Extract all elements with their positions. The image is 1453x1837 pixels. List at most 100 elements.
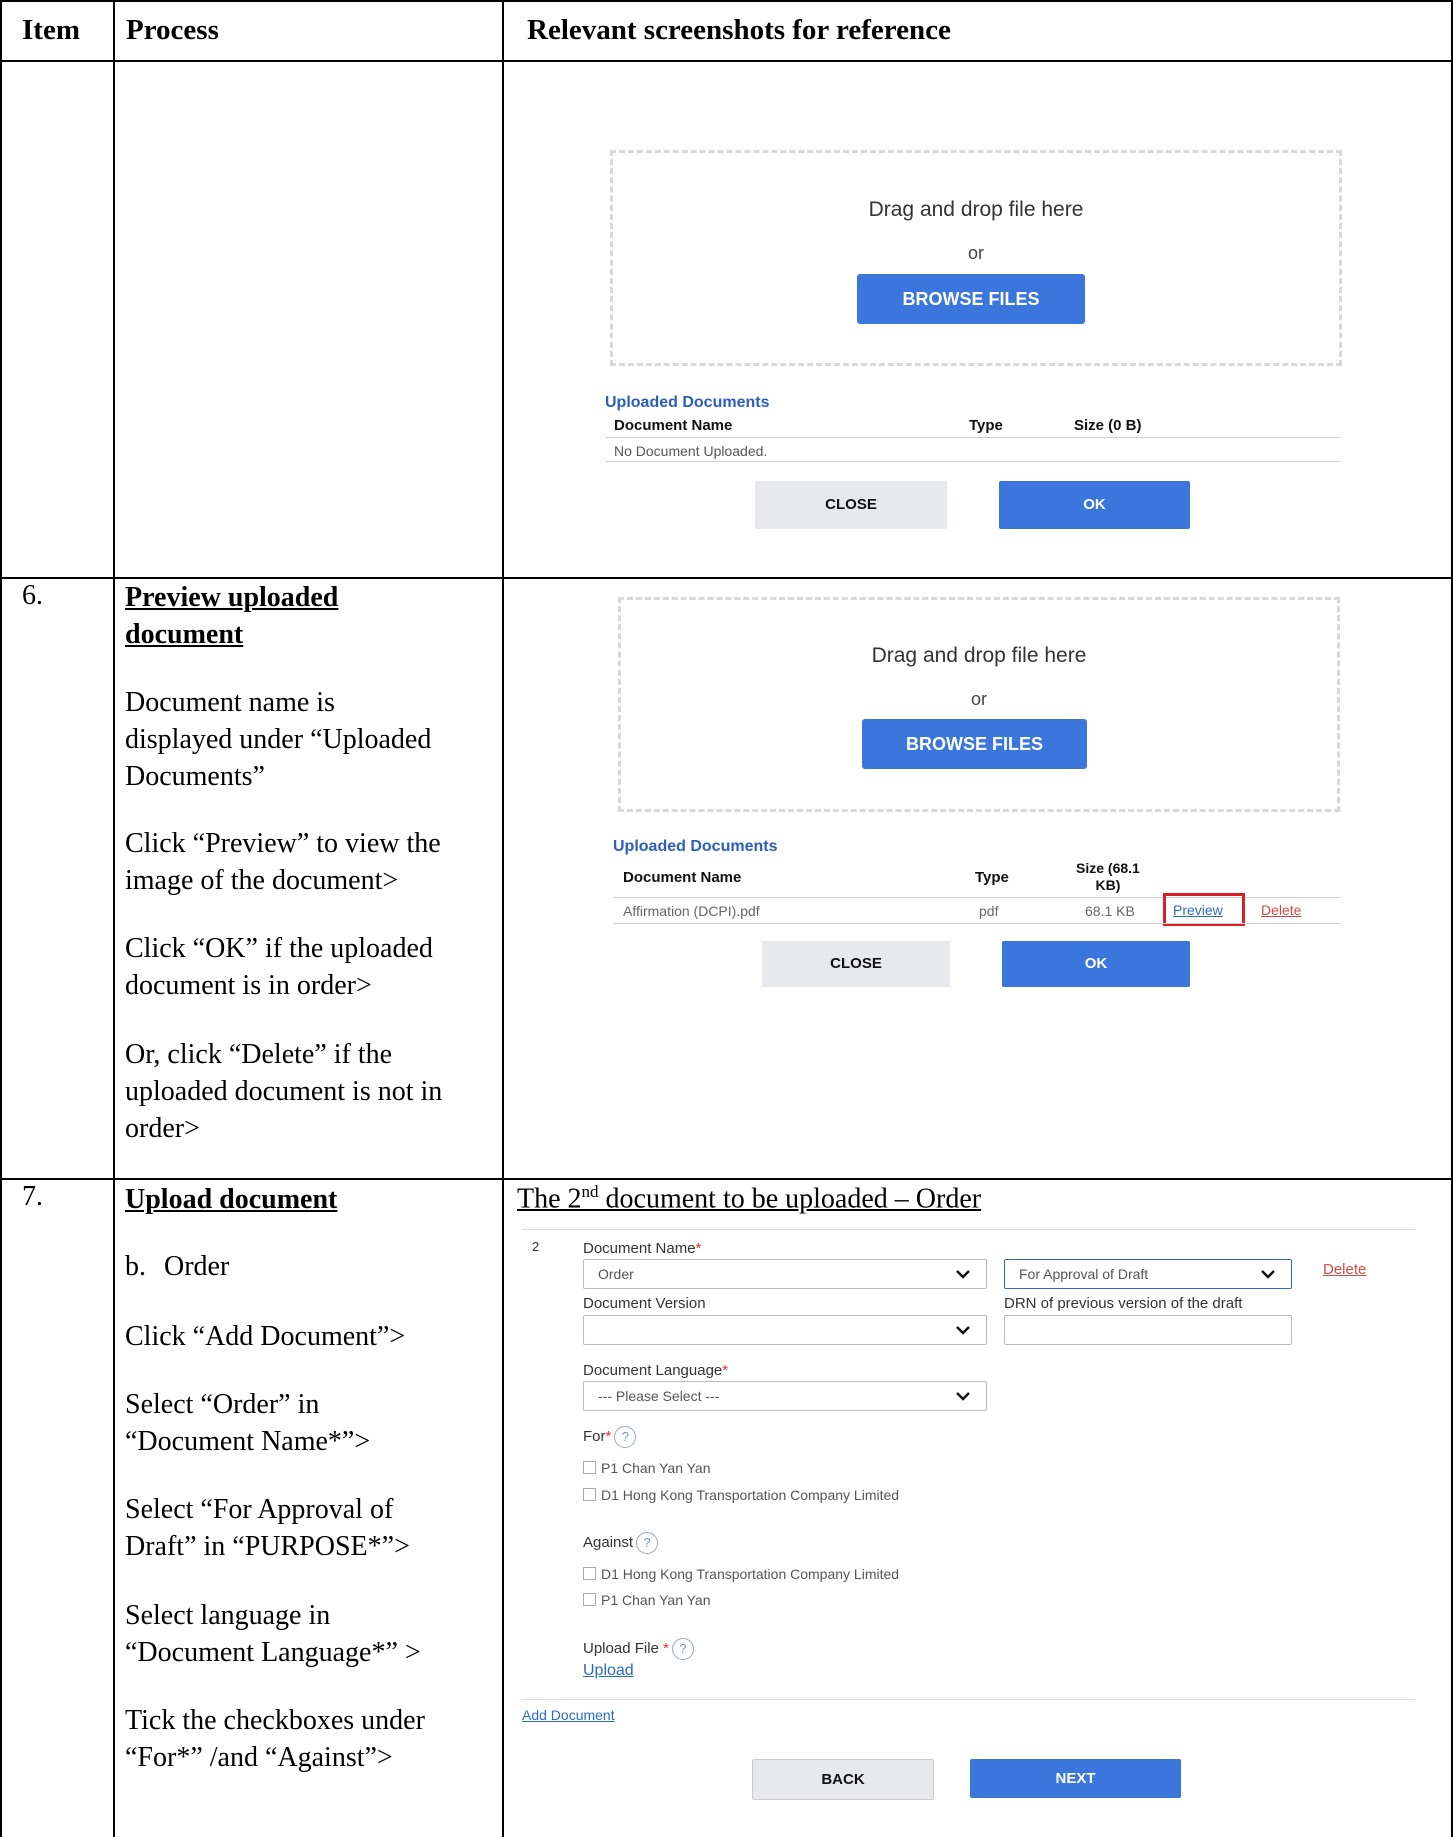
checkbox-icon[interactable] <box>583 1567 596 1580</box>
delete-document-link[interactable]: Delete <box>1323 1261 1366 1278</box>
checkbox-label: P1 Chan Yan Yan <box>601 1460 711 1476</box>
header-screenshots: Relevant screenshots for reference <box>527 14 951 46</box>
document-name-label-text: Document Name <box>583 1240 696 1257</box>
ok-button[interactable]: OK <box>1002 941 1190 987</box>
row6-p4-line: uploaded document is not in <box>125 1076 443 1107</box>
row7-step-line: Select language in <box>125 1600 331 1631</box>
required-mark: * <box>722 1362 729 1379</box>
row7-step-2: Select “Order” in “Document Name*”> <box>125 1386 495 1460</box>
for-checkbox-p1[interactable]: P1 Chan Yan Yan <box>583 1460 711 1476</box>
browse-files-button[interactable]: BROWSE FILES <box>857 274 1085 324</box>
preview-link[interactable]: Preview <box>1173 902 1223 918</box>
drn-label: DRN of previous version of the draft <box>1004 1295 1243 1312</box>
close-button[interactable]: CLOSE <box>762 941 950 987</box>
row7-step-line: “Document Name*”> <box>125 1426 371 1457</box>
checkbox-label: D1 Hong Kong Transportation Company Limi… <box>601 1487 900 1503</box>
document-row-size: 68.1 KB <box>1085 903 1135 919</box>
document-name-label: Document Name* <box>583 1240 701 1257</box>
upload-link[interactable]: Upload <box>583 1662 634 1680</box>
document-language-value: --- Please Select --- <box>598 1388 720 1404</box>
required-mark: * <box>605 1427 612 1445</box>
chevron-down-icon <box>1261 1270 1275 1279</box>
row7-subitem: b. Order <box>125 1248 495 1285</box>
row7-step-line: Click “Add Document”> <box>125 1321 406 1352</box>
header-item: Item <box>22 14 80 46</box>
drop-zone-text: Drag and drop file here <box>868 198 1084 221</box>
help-icon[interactable]: ? <box>614 1426 637 1448</box>
row6-p1-line: Documents” <box>125 761 265 792</box>
uploaded-documents-title: Uploaded Documents <box>613 838 778 855</box>
item-number-6: 6. <box>22 580 43 611</box>
required-mark: * <box>663 1639 669 1657</box>
row6-title-line2: document <box>125 619 244 650</box>
drop-zone-text: Drag and drop file here <box>871 644 1087 667</box>
row7-step-3: Select “For Approval of Draft” in “PURPO… <box>125 1491 495 1565</box>
checkbox-icon[interactable] <box>583 1488 596 1501</box>
help-icon[interactable]: ? <box>636 1532 659 1554</box>
row6-p2-line: Click “Preview” to view the <box>125 828 441 859</box>
add-document-link[interactable]: Add Document <box>522 1707 615 1723</box>
help-icon[interactable]: ? <box>671 1638 694 1660</box>
checkbox-icon[interactable] <box>583 1461 596 1474</box>
col-size-line2: KB) <box>1095 877 1121 893</box>
row7-caption: The 2nd document to be uploaded – Order <box>517 1182 981 1215</box>
next-button[interactable]: NEXT <box>970 1759 1181 1798</box>
caption-suffix: document to be uploaded – Order <box>598 1183 982 1215</box>
document-language-label-text: Document Language <box>583 1362 723 1379</box>
col-type: Type <box>969 417 1003 434</box>
row6-paragraph-1: Document name is displayed under “Upload… <box>125 684 495 795</box>
purpose-select[interactable]: For Approval of Draft <box>1004 1259 1292 1289</box>
drn-input[interactable] <box>1004 1315 1292 1345</box>
caption-superscript: nd <box>581 1182 599 1201</box>
delete-link[interactable]: Delete <box>1261 902 1301 918</box>
back-button[interactable]: BACK <box>752 1759 934 1800</box>
row6-p4-line: order> <box>125 1113 200 1144</box>
document-row-type: pdf <box>979 903 999 919</box>
drop-zone[interactable]: Drag and drop file here or BROWSE FILES <box>610 150 1342 366</box>
col-divider-2 <box>502 0 504 1837</box>
row6-title-line1: Preview uploaded <box>125 582 339 613</box>
row7-step-line: “For*” /and “Against”> <box>125 1742 393 1773</box>
document-row-name: Affirmation (DCPI).pdf <box>623 903 760 919</box>
close-button[interactable]: CLOSE <box>755 481 947 529</box>
row6-paragraph-4: Or, click “Delete” if the uploaded docum… <box>125 1036 495 1147</box>
row6-p1-line: displayed under “Uploaded <box>125 724 432 755</box>
chevron-down-icon <box>956 1392 970 1401</box>
col-document-name: Document Name <box>623 869 742 886</box>
row7-sub-label: b. <box>125 1251 146 1282</box>
for-checkbox-d1[interactable]: D1 Hong Kong Transportation Company Limi… <box>583 1487 899 1503</box>
document-language-select[interactable]: --- Please Select --- <box>583 1381 987 1411</box>
document-name-select[interactable]: Order <box>583 1259 987 1289</box>
browse-files-button[interactable]: BROWSE FILES <box>862 719 1087 769</box>
row6-p4-line: Or, click “Delete” if the <box>125 1039 393 1070</box>
table-top-border <box>0 0 1453 2</box>
row6-p3-line: document is in order> <box>125 970 372 1001</box>
row7-step-4: Select language in “Document Language*” … <box>125 1597 495 1671</box>
document-version-select[interactable] <box>583 1315 987 1345</box>
row7-sub-text: Order <box>164 1251 230 1282</box>
header-process: Process <box>126 14 219 46</box>
header-bottom-border <box>0 60 1453 62</box>
against-checkbox-d1[interactable]: D1 Hong Kong Transportation Company Limi… <box>583 1566 899 1582</box>
ok-button[interactable]: OK <box>999 481 1190 529</box>
required-mark: * <box>695 1240 702 1257</box>
row7-step-line: “Document Language*” > <box>125 1637 421 1668</box>
document-name-value: Order <box>598 1266 634 1282</box>
drop-zone-or: or <box>970 689 987 709</box>
document-index: 2 <box>532 1239 540 1254</box>
against-checkbox-p1[interactable]: P1 Chan Yan Yan <box>583 1592 711 1608</box>
drop-zone[interactable]: Drag and drop file here or BROWSE FILES <box>618 597 1340 812</box>
row6-paragraph-3: Click “OK” if the uploaded document is i… <box>125 930 495 1004</box>
uploaded-documents-title: Uploaded Documents <box>605 394 770 411</box>
against-label-text: Against <box>583 1533 634 1551</box>
chevron-down-icon <box>956 1326 970 1335</box>
row6-title: Preview uploaded document <box>125 579 495 653</box>
row7-title: Upload document <box>125 1184 338 1215</box>
document-language-label: Document Language* <box>583 1362 728 1379</box>
row7-step-line: Tick the checkboxes under <box>125 1705 425 1736</box>
row-divider-7 <box>0 1178 1453 1180</box>
row7-step-line: Select “Order” in <box>125 1389 320 1420</box>
table-left-border <box>0 0 2 1837</box>
drop-zone-or: or <box>967 243 984 263</box>
checkbox-icon[interactable] <box>583 1593 596 1606</box>
